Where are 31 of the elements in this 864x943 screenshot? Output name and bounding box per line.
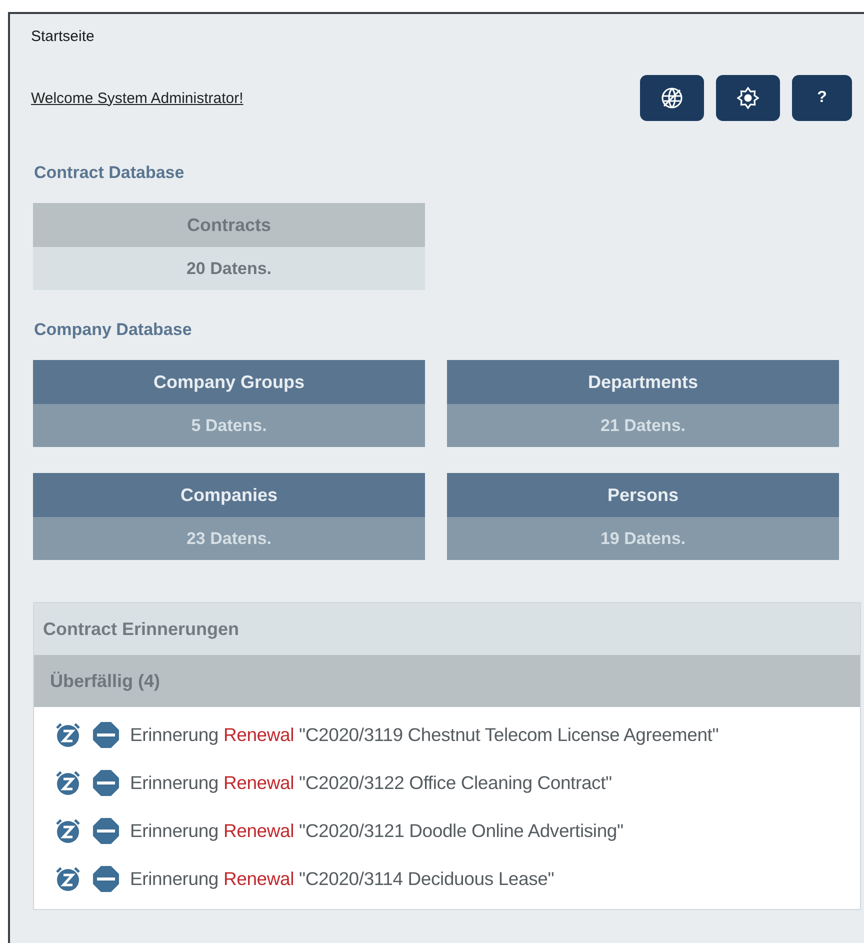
globe-icon (660, 86, 684, 110)
help-button[interactable]: ? (792, 75, 852, 121)
section-title: Contract Database (34, 163, 186, 183)
settings-icon (736, 86, 760, 110)
settings-button[interactable] (716, 75, 780, 121)
record-count: 20 Datens. (33, 247, 425, 290)
section-title: Company Database (34, 320, 193, 340)
page-title: Startseite (31, 28, 96, 45)
record-count: 23 Datens. (33, 517, 425, 560)
tile-title[interactable]: Companies (33, 473, 425, 517)
stop-sign-icon[interactable] (92, 769, 120, 797)
alarm-clock-icon[interactable] (54, 865, 82, 893)
reminder-text[interactable]: Erinnerung Renewal "C2020/3119 Chestnut Telecom License Agreement" (130, 724, 719, 746)
reminder-text[interactable]: Erinnerung Renewal "C2020/3121 Doodle Online Advertising" (130, 820, 624, 842)
stop-sign-icon[interactable] (92, 817, 120, 845)
reminder-text[interactable]: Erinnerung Renewal "C2020/3122 Office Cleaning Contract" (130, 772, 612, 794)
alarm-clock-icon[interactable] (54, 721, 82, 749)
stop-sign-icon[interactable] (92, 721, 120, 749)
record-count: 5 Datens. (33, 404, 425, 447)
record-count: 19 Datens. (447, 517, 839, 560)
stop-sign-icon[interactable] (92, 865, 120, 893)
globe-button[interactable] (640, 75, 704, 121)
record-count: 21 Datens. (447, 404, 839, 447)
reminder-text[interactable]: Erinnerung Renewal "C2020/3114 Deciduous Lease" (130, 868, 554, 890)
alarm-clock-icon[interactable] (54, 769, 82, 797)
tile-title[interactable]: Company Groups (33, 360, 425, 404)
alarm-clock-icon[interactable] (54, 817, 82, 845)
welcome-link[interactable]: Welcome System Administrator! (31, 90, 244, 106)
panel-title: Contract Erinnerungen (42, 618, 240, 641)
tile-title[interactable]: Persons (447, 473, 839, 517)
tile-title[interactable]: Departments (447, 360, 839, 404)
